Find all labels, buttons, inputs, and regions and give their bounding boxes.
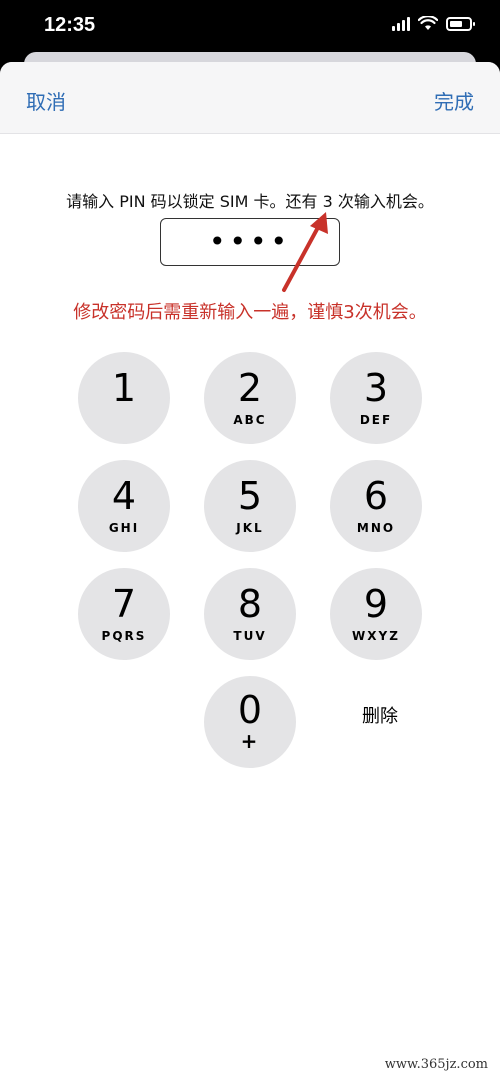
key-digit: 8 bbox=[237, 582, 263, 626]
battery-icon bbox=[446, 16, 475, 31]
done-button[interactable]: 完成 bbox=[434, 86, 474, 115]
key-5[interactable]: 5 JKL bbox=[204, 460, 296, 552]
key-digit: 3 bbox=[363, 366, 389, 410]
key-letters: WXYZ bbox=[352, 629, 400, 643]
key-digit: 7 bbox=[111, 582, 137, 626]
key-0[interactable]: 0 + bbox=[204, 676, 296, 768]
status-bar: 12:35 bbox=[0, 0, 500, 52]
key-3[interactable]: 3 DEF bbox=[330, 352, 422, 444]
key-digit: 0 bbox=[237, 688, 263, 732]
pin-prompt-text: 请输入 PIN 码以锁定 SIM 卡。还有 3 次输入机会。 bbox=[66, 192, 434, 211]
watermark-text: www.365jz.com bbox=[384, 1057, 488, 1072]
key-letters: MNO bbox=[356, 521, 396, 535]
key-letters: DEF bbox=[359, 413, 393, 427]
cancel-button[interactable]: 取消 bbox=[26, 86, 66, 115]
key-letters: + bbox=[240, 729, 260, 753]
key-6[interactable]: 6 MNO bbox=[330, 460, 422, 552]
key-letters: JKL bbox=[236, 521, 264, 535]
key-8[interactable]: 8 TUV bbox=[204, 568, 296, 660]
key-digit: 6 bbox=[363, 474, 389, 518]
pin-masked-value: •••• bbox=[208, 225, 292, 258]
delete-button[interactable]: 删除 bbox=[330, 702, 430, 732]
wifi-icon bbox=[418, 16, 438, 30]
key-1[interactable]: 1 bbox=[78, 352, 170, 444]
key-digit: 5 bbox=[237, 474, 263, 518]
key-digit: 4 bbox=[111, 474, 137, 518]
cellular-signal-icon bbox=[392, 16, 410, 31]
nav-bar: 取消 完成 bbox=[0, 62, 500, 134]
annotation-text: 修改密码后需重新输入一遍，谨慎3次机会。 bbox=[73, 302, 427, 323]
key-7[interactable]: 7 PQRS bbox=[78, 568, 170, 660]
key-4[interactable]: 4 GHI bbox=[78, 460, 170, 552]
key-digit: 1 bbox=[111, 366, 137, 410]
pin-input-field[interactable]: •••• bbox=[160, 218, 340, 266]
sim-pin-sheet: 取消 完成 请输入 PIN 码以锁定 SIM 卡。还有 3 次输入机会。 •••… bbox=[0, 62, 500, 1082]
key-letters: TUV bbox=[233, 629, 267, 643]
key-letters: ABC bbox=[233, 413, 267, 427]
status-time: 12:35 bbox=[44, 14, 96, 36]
key-digit: 2 bbox=[237, 366, 263, 410]
key-2[interactable]: 2 ABC bbox=[204, 352, 296, 444]
key-digit: 9 bbox=[363, 582, 389, 626]
key-9[interactable]: 9 WXYZ bbox=[330, 568, 422, 660]
key-letters: GHI bbox=[108, 521, 140, 535]
status-icons bbox=[392, 16, 475, 31]
key-letters: PQRS bbox=[101, 629, 147, 643]
